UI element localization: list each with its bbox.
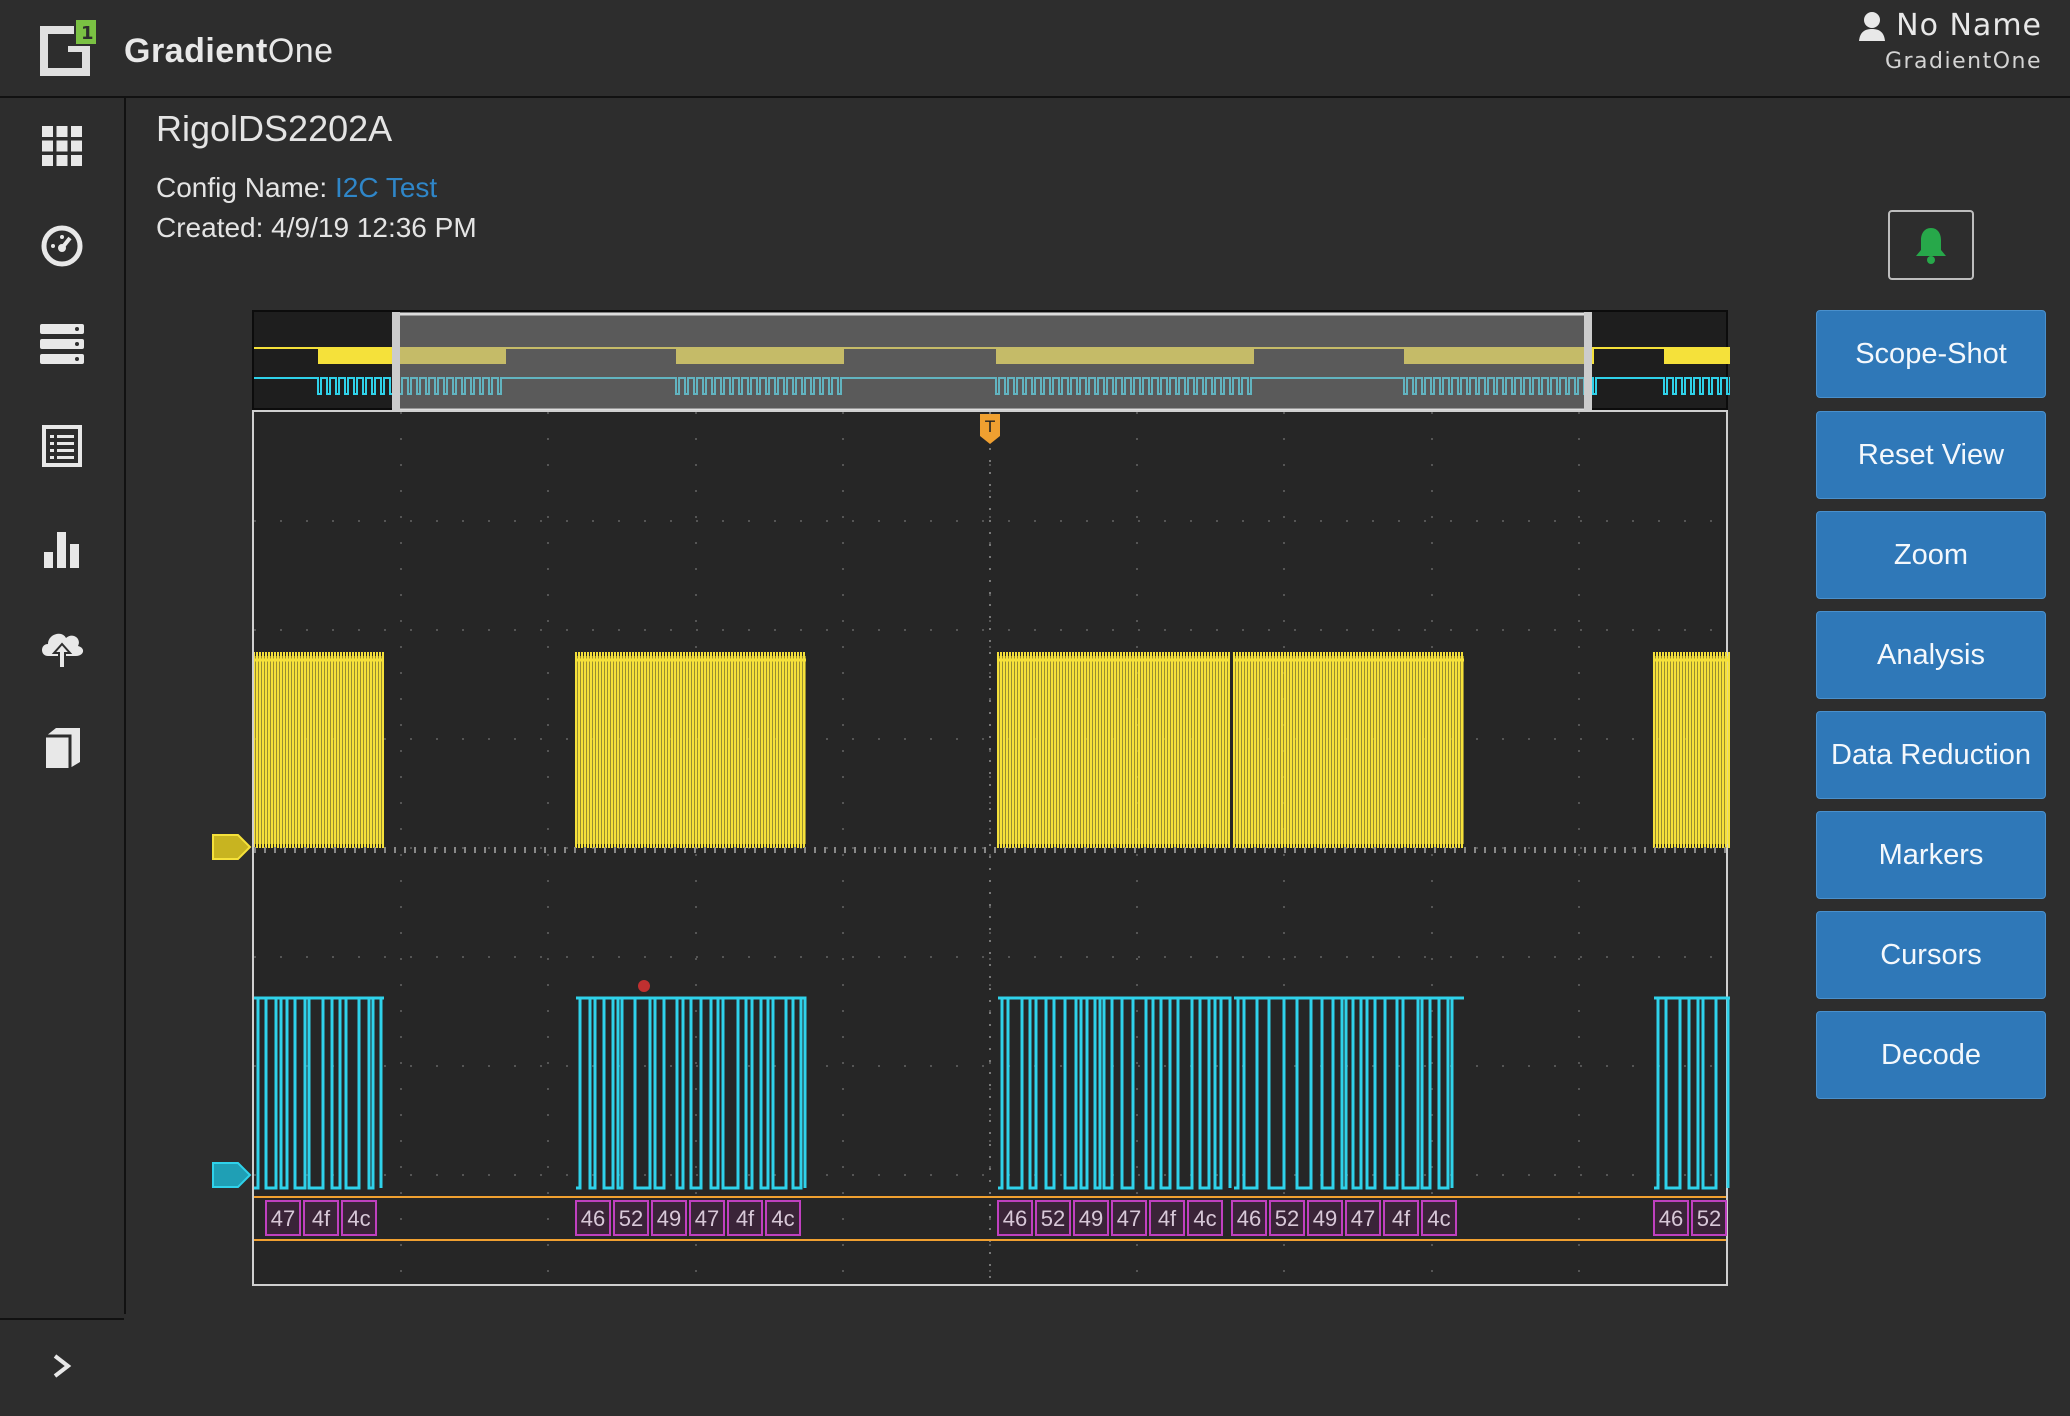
- book-icon: [46, 728, 80, 768]
- gradientone-logo-icon: 1: [40, 20, 96, 76]
- sidebar: [0, 98, 126, 1378]
- analysis-button[interactable]: Analysis: [1816, 611, 2046, 699]
- decode-byte-label: 49: [657, 1206, 681, 1231]
- marker-dot[interactable]: [638, 980, 650, 992]
- svg-text:1: 1: [81, 23, 94, 44]
- decode-byte-label: 4f: [1392, 1206, 1411, 1231]
- grid-icon: [42, 126, 82, 166]
- decode-byte-label: 52: [619, 1206, 643, 1231]
- channel-2-trace: [254, 996, 1730, 1190]
- decode-byte-label: 4c: [771, 1206, 794, 1231]
- markers-button[interactable]: Markers: [1816, 811, 2046, 899]
- decode-byte-label: 4f: [736, 1206, 755, 1231]
- user-organization: GradientOne: [1884, 49, 2042, 74]
- decode-byte-label: 47: [1117, 1206, 1141, 1231]
- data-reduction-button[interactable]: Data Reduction: [1816, 711, 2046, 799]
- decode-byte-label: 4f: [312, 1206, 331, 1231]
- created-timestamp: Created: 4/9/19 12:36 PM: [156, 212, 477, 243]
- channel-2-marker[interactable]: [212, 1162, 252, 1188]
- sidebar-item-results[interactable]: [22, 406, 102, 486]
- channel-1-marker[interactable]: [212, 834, 252, 860]
- page-title: RigolDS2202A: [156, 108, 393, 149]
- top-bar: 1 GradientOne No Name GradientOne: [0, 0, 2070, 98]
- sidebar-item-docs[interactable]: [22, 708, 102, 788]
- decode-byte-label: 47: [1351, 1206, 1375, 1231]
- bar-chart-icon: [44, 532, 79, 568]
- config-link[interactable]: I2C Test: [335, 172, 437, 203]
- decode-byte-label: 49: [1079, 1206, 1103, 1231]
- decode-byte-label: 46: [581, 1206, 605, 1231]
- sidebar-item-dashboard[interactable]: [22, 206, 102, 286]
- scope-waveforms: T 47 4f 4c 46 52 49 47 4f 4c 46 52 49 47 4f 4c 46 52 49 47 4…: [254, 412, 1730, 1284]
- decode-byte-label: 52: [1041, 1206, 1065, 1231]
- chevron-right-icon: [53, 1354, 72, 1378]
- reset-view-button[interactable]: Reset View: [1816, 411, 2046, 499]
- scope-shot-button[interactable]: Scope-Shot: [1816, 310, 2046, 398]
- sidebar-item-instruments[interactable]: [22, 304, 102, 384]
- notification-button[interactable]: [1888, 210, 1974, 280]
- decode-byte-label: 4f: [1158, 1206, 1177, 1231]
- overview-left-handle[interactable]: [392, 312, 400, 412]
- user-menu[interactable]: No Name GradientOne: [1858, 8, 2042, 74]
- sidebar-item-analytics[interactable]: [22, 508, 102, 588]
- server-icon: [40, 324, 84, 364]
- overview-right-handle[interactable]: [1584, 312, 1592, 412]
- decode-button[interactable]: Decode: [1816, 1011, 2046, 1099]
- decode-byte-label: 52: [1697, 1206, 1721, 1231]
- waveform-overview[interactable]: [252, 310, 1730, 412]
- overview-selection-window[interactable]: [392, 312, 1592, 412]
- scope-display[interactable]: T 47 4f 4c 46 52 49 47 4f 4c 46 52 49 47 4f 4c 46 52 49 47 4…: [252, 410, 1730, 1286]
- decode-byte-label: 4c: [347, 1206, 370, 1231]
- decode-byte-label: 4c: [1193, 1206, 1216, 1231]
- expand-sidebar-button[interactable]: [40, 1344, 84, 1388]
- user-icon: [1859, 11, 1886, 41]
- sidebar-item-apps[interactable]: [22, 106, 102, 186]
- dashboard-gauge-icon: [41, 225, 83, 267]
- decode-byte-label: 47: [271, 1206, 295, 1231]
- brand-name[interactable]: GradientOne: [124, 32, 334, 71]
- decode-byte-label: 52: [1275, 1206, 1299, 1231]
- sidebar-item-upload[interactable]: [22, 608, 102, 688]
- config-name: Config Name: I2C Test: [156, 172, 437, 204]
- overview-waveforms: [254, 312, 1730, 412]
- trigger-marker[interactable]: T: [980, 414, 1000, 444]
- channel-1-trace: [254, 652, 1730, 853]
- decode-byte-label: 47: [695, 1206, 719, 1231]
- decode-byte-label: 49: [1313, 1206, 1337, 1231]
- decode-byte-label: 46: [1237, 1206, 1261, 1231]
- decode-byte-label: 4c: [1427, 1206, 1450, 1231]
- sidebar-footer: [0, 1318, 124, 1416]
- user-name: No Name: [1896, 8, 2042, 43]
- cloud-upload-icon: [42, 633, 84, 669]
- cursors-button[interactable]: Cursors: [1816, 911, 2046, 999]
- decode-byte-label: 46: [1659, 1206, 1683, 1231]
- bell-icon: [1916, 228, 1946, 264]
- config-label: Config Name:: [156, 172, 328, 203]
- decode-byte-label: 46: [1003, 1206, 1027, 1231]
- zoom-button[interactable]: Zoom: [1816, 511, 2046, 599]
- list-icon: [42, 425, 82, 467]
- trigger-label: T: [984, 417, 995, 436]
